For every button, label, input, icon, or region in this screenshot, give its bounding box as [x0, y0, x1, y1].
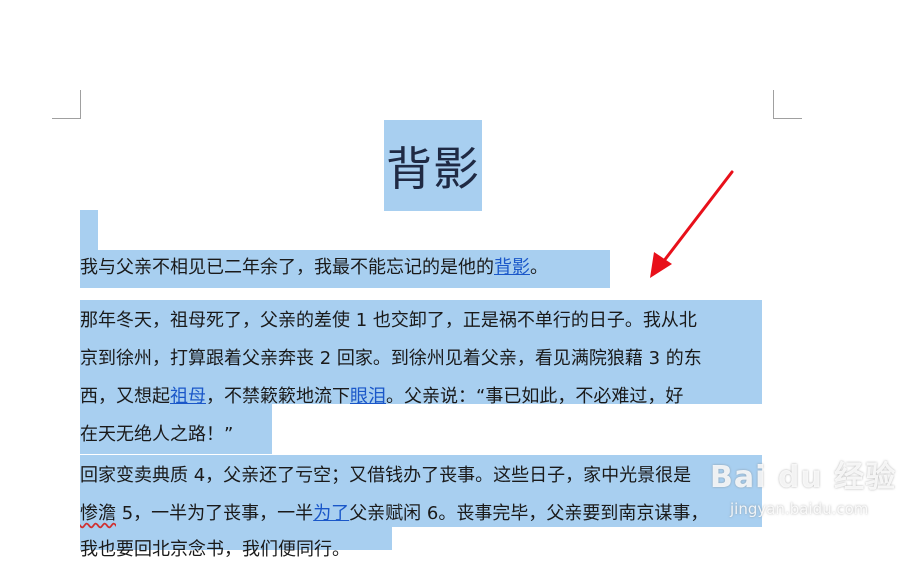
paragraph-2-line-1[interactable]: 那年冬天，祖母死了，父亲的差使 1 也交卸了，正是祸不单行的日子。我从北 — [80, 302, 697, 340]
text-run: 在天无绝人之路！” — [80, 424, 234, 445]
baidu-watermark: Bai du 经验 jingyan.baidu.com — [710, 452, 897, 518]
text-run: 我与父亲不相见已二年余了，我最不能忘记的是他的 — [80, 257, 494, 278]
text-run: 。父亲说：“事已如此，不必难过，好 — [386, 386, 684, 407]
document-title[interactable]: 背影 — [384, 120, 482, 211]
margin-corner-top-right — [773, 90, 802, 119]
text-run: 京到徐州，打算跟着父亲奔丧 2 回家。到徐州见着父亲，看见满院狼藉 3 的东 — [80, 348, 702, 369]
paragraph-3-line-3[interactable]: 我也要回北京念书，我们便同行。 — [80, 531, 350, 569]
document-page[interactable]: 背影 我与父亲不相见已二年余了，我最不能忘记的是他的背影。 那年冬天，祖母死了，父… — [0, 0, 921, 560]
hyperlink[interactable]: 背影 — [494, 257, 530, 278]
paragraph-3-line-2[interactable]: 惨澹 5，一半为了丧事，一半为了父亲赋闲 6。丧事完毕，父亲要到南京谋事， — [80, 495, 708, 533]
paragraph-1-line-1[interactable]: 我与父亲不相见已二年余了，我最不能忘记的是他的背影。 — [80, 249, 548, 287]
margin-corner-top-left — [52, 90, 81, 119]
watermark-logo: Bai du 经验 — [710, 460, 897, 495]
text-run: 回家变卖典质 4，父亲还了亏空；又借钱办了丧事。这些日子，家中光景很是 — [80, 465, 692, 486]
text-run: 那年冬天，祖母死了，父亲的差使 1 也交卸了，正是祸不单行的日子。我从北 — [80, 310, 697, 331]
text-run: 父亲赋闲 6。丧事完毕，父亲要到南京谋事， — [349, 503, 709, 524]
hyperlink[interactable]: 眼泪 — [350, 386, 386, 407]
paragraph-2-line-2[interactable]: 京到徐州，打算跟着父亲奔丧 2 回家。到徐州见着父亲，看见满院狼藉 3 的东 — [80, 340, 702, 378]
red-arrow-annotation — [650, 170, 734, 278]
text-run: 5，一半为了丧事，一半 — [116, 503, 314, 524]
spellcheck-word[interactable]: 惨澹 — [80, 503, 116, 524]
watermark-url: jingyan.baidu.com — [730, 500, 869, 518]
hyperlink[interactable]: 祖母 — [170, 386, 206, 407]
paragraph-2-line-4[interactable]: 在天无绝人之路！” — [80, 416, 233, 454]
text-run: ，不禁簌簌地流下 — [206, 386, 350, 407]
empty-line-selection — [80, 210, 98, 250]
text-run: 。 — [530, 257, 548, 278]
text-run: 西，又想起 — [80, 386, 170, 407]
paragraph-3-line-1[interactable]: 回家变卖典质 4，父亲还了亏空；又借钱办了丧事。这些日子，家中光景很是 — [80, 457, 691, 495]
hyperlink[interactable]: 为了 — [313, 503, 349, 524]
paragraph-2-line-3[interactable]: 西，又想起祖母，不禁簌簌地流下眼泪。父亲说：“事已如此，不必难过，好 — [80, 378, 683, 416]
